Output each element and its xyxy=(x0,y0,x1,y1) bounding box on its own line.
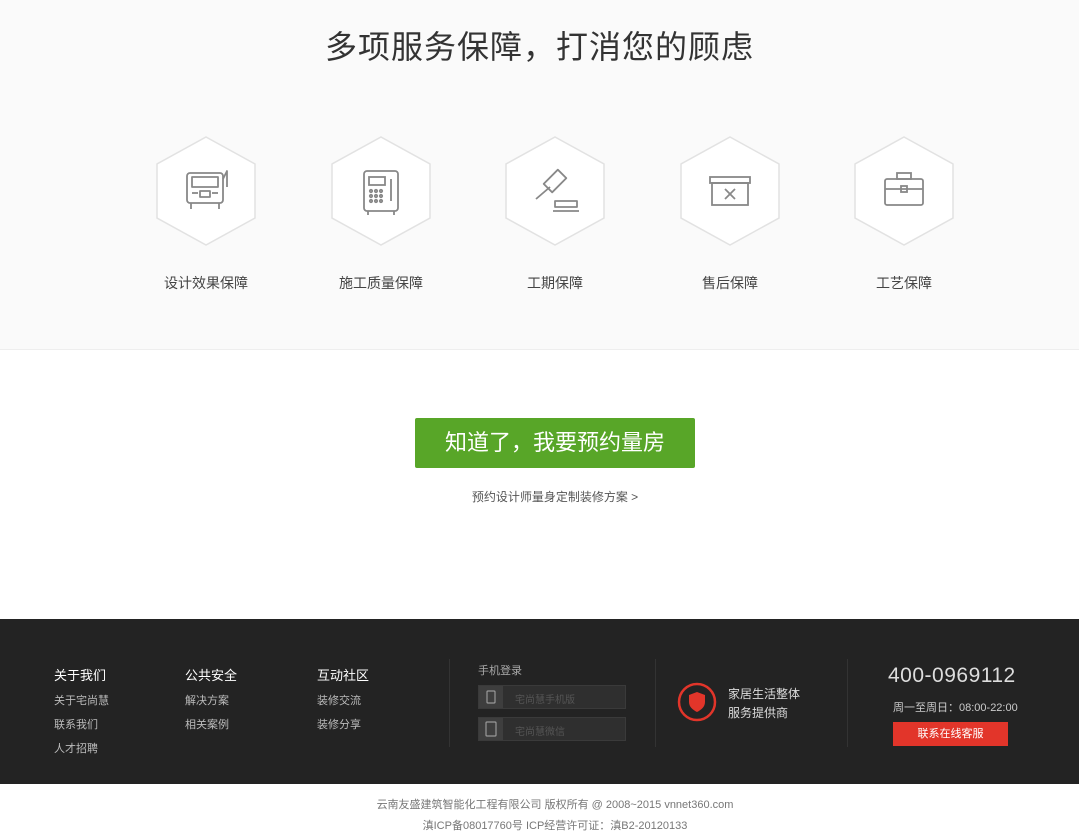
guarantee-item-aftersale: 售后保障 xyxy=(670,135,790,293)
footer-link[interactable]: 装修分享 xyxy=(317,718,369,732)
guarantee-item-schedule: 工期保障 xyxy=(495,135,615,293)
footer-link[interactable]: 联系我们 xyxy=(54,718,109,732)
tablet-icon xyxy=(479,718,503,740)
footer-link[interactable]: 人才招聘 xyxy=(54,742,109,756)
guarantee-label: 工期保障 xyxy=(527,275,583,291)
footer-col-about: 关于我们 关于宅尚慧 联系我们 人才招聘 xyxy=(54,665,109,766)
hotline-number: 400-0969112 xyxy=(888,664,1016,687)
guarantee-item-craft: 工艺保障 xyxy=(844,135,964,293)
footer-link[interactable]: 关于宅尚慧 xyxy=(54,694,109,708)
phone-icon xyxy=(479,686,503,708)
shield-icon xyxy=(677,682,717,722)
return-box-icon xyxy=(680,136,780,246)
wechat-login-field[interactable]: 宅尚慧微信 xyxy=(478,717,626,741)
footer-col-title: 关于我们 xyxy=(54,668,107,683)
service-line: 家居生活整体 xyxy=(728,687,801,701)
gavel-icon xyxy=(505,136,605,246)
footer-link[interactable]: 相关案例 xyxy=(185,718,237,732)
guarantee-label: 施工质量保障 xyxy=(339,275,423,291)
footer-col-title: 互动社区 xyxy=(317,668,370,683)
guarantee-label: 设计效果保障 xyxy=(164,275,248,291)
toolbox-icon xyxy=(854,136,954,246)
copyright-text: 云南友盛建筑智能化工程有限公司 版权所有 @ 2008~2015 vnnet36… xyxy=(376,799,734,811)
footer-col-security: 公共安全 解决方案 相关案例 xyxy=(185,665,237,742)
footer-col-title: 公共安全 xyxy=(185,668,238,683)
section-title: 多项服务保障，打消您的顾虑 xyxy=(324,29,754,65)
service-hours: 周一至周日：08:00-22:00 xyxy=(893,702,1018,714)
footer-col-community: 互动社区 装修交流 装修分享 xyxy=(317,665,369,742)
guarantee-label: 售后保障 xyxy=(702,275,758,291)
footer-link[interactable]: 装修交流 xyxy=(317,694,369,708)
designer-link[interactable]: 预约设计师量身定制装修方案 > xyxy=(0,488,1079,505)
online-service-button[interactable]: 联系在线客服 xyxy=(893,722,1008,746)
footer-divider xyxy=(847,659,848,747)
mobile-placeholder: 宅尚慧手机版 xyxy=(515,695,575,706)
guarantee-item-design: 设计效果保障 xyxy=(146,135,266,293)
mobile-login-field[interactable]: 宅尚慧手机版 xyxy=(478,685,626,709)
footer-divider xyxy=(449,659,450,747)
guarantee-section: 多项服务保障，打消您的顾虑 设计效果保障 施工质量保障 工期保障 售后保障 工艺… xyxy=(0,0,1079,350)
book-measure-button[interactable]: 知道了，我要预约量房 xyxy=(415,418,695,468)
copyright-bar: 云南友盛建筑智能化工程有限公司 版权所有 @ 2008~2015 vnnet36… xyxy=(0,784,1079,840)
safe-box-icon xyxy=(331,136,431,246)
guarantee-item-quality: 施工质量保障 xyxy=(321,135,441,293)
footer-divider xyxy=(655,659,656,747)
footer: 关于我们 关于宅尚慧 联系我们 人才招聘 公共安全 解决方案 相关案例 互动社区… xyxy=(0,619,1079,784)
service-line: 服务提供商 xyxy=(728,706,789,720)
login-title: 手机登录 xyxy=(478,665,522,677)
service-slogan: 家居生活整体 服务提供商 xyxy=(728,685,800,723)
icp-text: 滇ICP备08017760号 ICP经营许可证：滇B2-20120133 xyxy=(422,820,688,832)
guarantee-label: 工艺保障 xyxy=(876,275,932,291)
wechat-placeholder: 宅尚慧微信 xyxy=(515,727,565,738)
truck-icon xyxy=(156,136,256,246)
footer-link[interactable]: 解决方案 xyxy=(185,694,237,708)
